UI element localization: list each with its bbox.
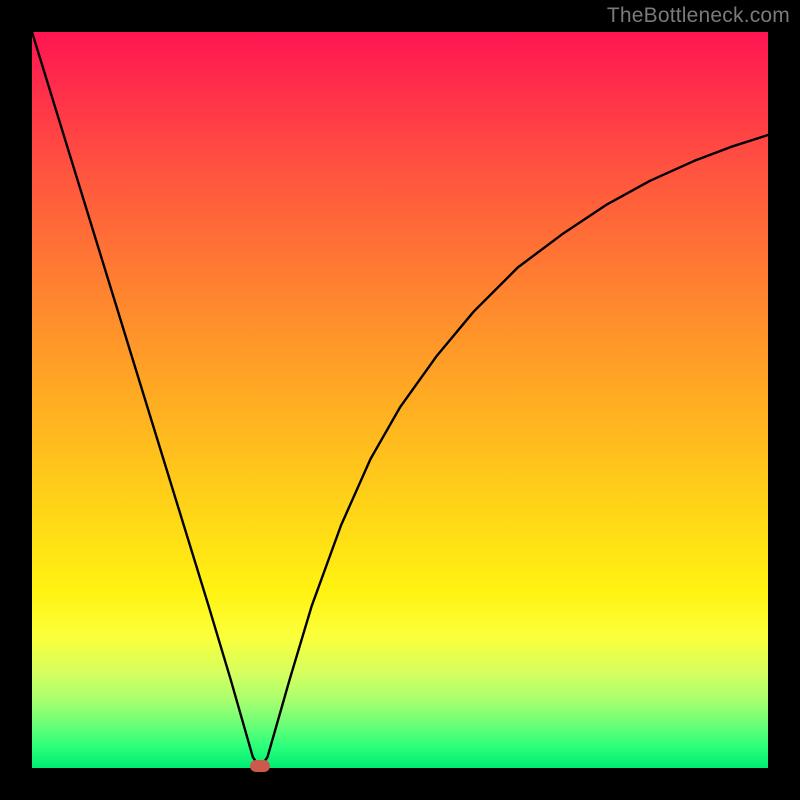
plot-area — [32, 32, 768, 768]
watermark-text: TheBottleneck.com — [607, 4, 790, 28]
chart-frame: TheBottleneck.com — [0, 0, 800, 800]
min-point-marker — [250, 760, 270, 772]
bottleneck-curve — [32, 32, 768, 768]
curve-path — [32, 32, 768, 768]
